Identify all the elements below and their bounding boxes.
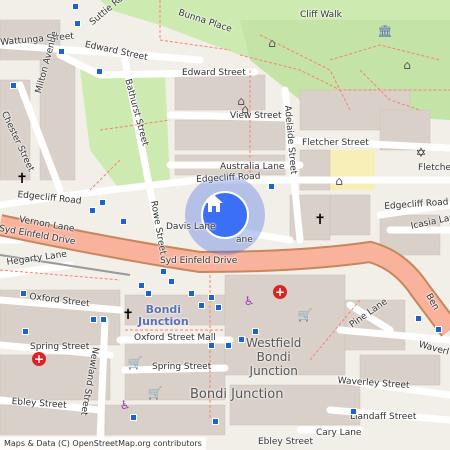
bus-stop-icon[interactable]: [268, 183, 275, 190]
bus-stop-icon[interactable]: [120, 218, 127, 225]
label-spring-street-w: Spring Street: [30, 342, 90, 352]
bus-stop-icon[interactable]: [22, 328, 29, 335]
home-icon-glyph: [205, 195, 223, 212]
bus-stop-icon[interactable]: [350, 408, 357, 415]
label-bondi-junction-station: Bondi Junction: [138, 303, 189, 328]
shelter-icon[interactable]: ⌂: [238, 102, 252, 116]
shelter-icon[interactable]: ⌂: [400, 58, 414, 72]
label-bondi-junction-suburb: Bondi Junction: [190, 387, 284, 402]
bus-stop-icon[interactable]: [58, 48, 65, 55]
label-cliff-walk: Cliff Walk: [300, 10, 342, 20]
label-spring-street-c: Spring Street: [152, 362, 212, 372]
label-cary-lane: Cary Lane: [316, 428, 362, 438]
bus-stop-icon[interactable]: [20, 290, 27, 297]
bus-stop-icon[interactable]: [238, 336, 245, 343]
shelter-icon[interactable]: ⌂: [332, 174, 346, 188]
bus-stop-icon[interactable]: [130, 414, 137, 421]
bus-stop-icon[interactable]: [215, 304, 222, 311]
map-view[interactable]: Suttie Road Bunna Place Cliff Walk Wattu…: [0, 0, 450, 450]
map-attribution: Maps & Data (C) OpenStreetMap.org contri…: [0, 437, 206, 450]
bus-stop-icon[interactable]: [145, 290, 152, 297]
shopping-bag-icon[interactable]: ♿: [242, 294, 256, 308]
label-llandaff-street: Llandaff Street: [350, 412, 417, 422]
bus-stop-icon[interactable]: [168, 278, 175, 285]
shopping-bag-icon[interactable]: 🛒: [128, 356, 143, 370]
bus-stop-icon[interactable]: [10, 82, 17, 89]
bus-stop-icon[interactable]: [138, 282, 145, 289]
shopping-bag-icon[interactable]: 🛒: [298, 308, 313, 322]
christian-cross-icon[interactable]: ✝: [313, 212, 327, 228]
label-fletcher-street: Fletcher Street: [302, 138, 369, 148]
shopping-bag-icon[interactable]: 🛒: [148, 386, 163, 400]
bus-stop-icon[interactable]: [252, 328, 259, 335]
christian-cross-icon[interactable]: ✝: [121, 307, 135, 323]
shopping-bag-icon[interactable]: ♿: [118, 398, 132, 412]
bus-stop-icon[interactable]: [74, 20, 81, 27]
bus-stop-icon[interactable]: [188, 290, 195, 297]
bus-stop-icon[interactable]: [415, 315, 422, 322]
label-westfield: Westfield Bondi Junction: [246, 336, 302, 378]
star-of-david-icon[interactable]: ✡: [414, 146, 428, 161]
hospital-cross-icon[interactable]: +: [32, 352, 46, 366]
bus-stop-icon[interactable]: [160, 268, 167, 275]
bus-stop-icon[interactable]: [435, 326, 442, 333]
label-syd-einfeld-drive-c: Syd Einfeld Drive: [160, 256, 238, 266]
bus-stop-icon[interactable]: [96, 68, 103, 75]
label-fletcher-street-e: Fletcher: [418, 163, 450, 173]
label-oxford-street-mall: Oxford Street Mall: [134, 333, 216, 343]
bus-stop-icon[interactable]: [198, 302, 205, 309]
hospital-cross-icon[interactable]: +: [273, 285, 287, 299]
bus-stop-icon[interactable]: [208, 342, 215, 349]
shelter-icon[interactable]: ⌂: [265, 36, 279, 50]
label-australia-lane: Australia Lane: [220, 162, 285, 172]
bus-stop-icon[interactable]: [90, 316, 97, 323]
label-lane-partial: ane: [236, 235, 253, 245]
bus-stop-icon[interactable]: [225, 342, 232, 349]
christian-cross-icon[interactable]: ✝: [15, 171, 29, 187]
label-ebley-street-s: Ebley Street: [258, 437, 313, 447]
bus-stop-icon[interactable]: [99, 199, 106, 206]
label-edward-street-e: Edward Street: [182, 68, 246, 78]
label-davis-lane: Davis Lane: [166, 222, 216, 232]
bus-stop-icon[interactable]: [100, 316, 107, 323]
shelter-icon[interactable]: 🏛: [377, 24, 392, 38]
bus-stop-icon[interactable]: [89, 207, 96, 214]
bus-stop-icon[interactable]: [72, 3, 79, 10]
bus-stop-icon[interactable]: [212, 418, 219, 425]
bus-stop-icon[interactable]: [208, 294, 215, 301]
